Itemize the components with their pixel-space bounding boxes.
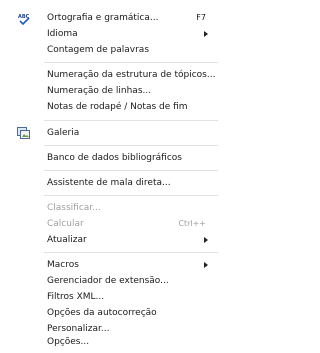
menu-item-customize[interactable]: Personalizar... xyxy=(13,322,220,336)
menu-item-xml-filters[interactable]: Filtros XML... xyxy=(13,290,220,304)
menu-item-label: Atualizar xyxy=(47,235,87,245)
submenu-arrow-icon xyxy=(204,262,208,268)
menu-item-language[interactable]: Idioma xyxy=(13,27,220,41)
menu-item-label: Opções da autocorreção xyxy=(47,308,157,318)
menu-item-autocorrect-options[interactable]: Opções da autocorreção xyxy=(13,306,220,320)
menu-item-label: Calcular xyxy=(47,219,84,229)
menu-separator xyxy=(44,62,218,63)
menu-item-label: Gerenciador de extensão... xyxy=(47,276,169,286)
menu-item-label: Opções... xyxy=(47,337,90,347)
menu-item-shortcut: Ctrl++ xyxy=(178,219,206,228)
menu-separator xyxy=(44,195,218,196)
menu-item-spelling-grammar[interactable]: ABC Ortografia e gramática... F7 xyxy=(13,11,220,26)
menu-item-label: Ortografia e gramática... xyxy=(47,13,159,23)
menu-item-label: Macros xyxy=(47,260,79,270)
menu-item-line-numbering[interactable]: Numeração de linhas... xyxy=(13,84,220,98)
menu-item-bibliography-db[interactable]: Banco de dados bibliográficos xyxy=(13,151,220,165)
menu-separator xyxy=(44,252,218,253)
menu-item-update[interactable]: Atualizar xyxy=(13,233,220,247)
menu-item-label: Banco de dados bibliográficos xyxy=(47,153,182,163)
gallery-icon xyxy=(17,127,30,144)
menu-item-label: Notas de rodapé / Notas de fim xyxy=(47,102,188,112)
menu-separator xyxy=(44,120,218,121)
menu-item-label: Classificar... xyxy=(47,203,101,213)
menu-item-outline-numbering[interactable]: Numeração da estrutura de tópicos... xyxy=(13,68,220,82)
menu-item-label: Filtros XML... xyxy=(47,292,105,302)
menu-item-gallery[interactable]: Galeria xyxy=(13,126,220,140)
menu-item-calculate: Calcular Ctrl++ xyxy=(13,217,220,231)
menu-item-label: Assistente de mala direta... xyxy=(47,178,171,188)
menu-item-label: Contagem de palavras xyxy=(47,45,150,55)
menu-item-mail-merge[interactable]: Assistente de mala direta... xyxy=(13,176,220,190)
tools-menu: ABC Ortografia e gramática... F7 Idioma … xyxy=(13,5,220,347)
menu-item-options[interactable]: Opções... xyxy=(13,337,220,347)
menu-item-sort: Classificar... xyxy=(13,201,220,215)
submenu-arrow-icon xyxy=(204,31,208,37)
submenu-arrow-icon xyxy=(204,237,208,243)
menu-item-label: Numeração de linhas... xyxy=(47,86,152,96)
menu-item-shortcut: F7 xyxy=(196,13,206,22)
menu-separator xyxy=(44,170,218,171)
menu-item-label: Personalizar... xyxy=(47,324,110,334)
menu-item-label: Galeria xyxy=(47,128,80,138)
menu-item-extension-manager[interactable]: Gerenciador de extensão... xyxy=(13,274,220,288)
menu-item-footnotes[interactable]: Notas de rodapé / Notas de fim xyxy=(13,100,220,114)
menu-item-label: Idioma xyxy=(47,29,78,39)
menu-separator xyxy=(44,145,218,146)
menu-item-word-count[interactable]: Contagem de palavras xyxy=(13,43,220,57)
menu-item-label: Numeração da estrutura de tópicos... xyxy=(47,70,216,80)
menu-item-macros[interactable]: Macros xyxy=(13,258,220,272)
